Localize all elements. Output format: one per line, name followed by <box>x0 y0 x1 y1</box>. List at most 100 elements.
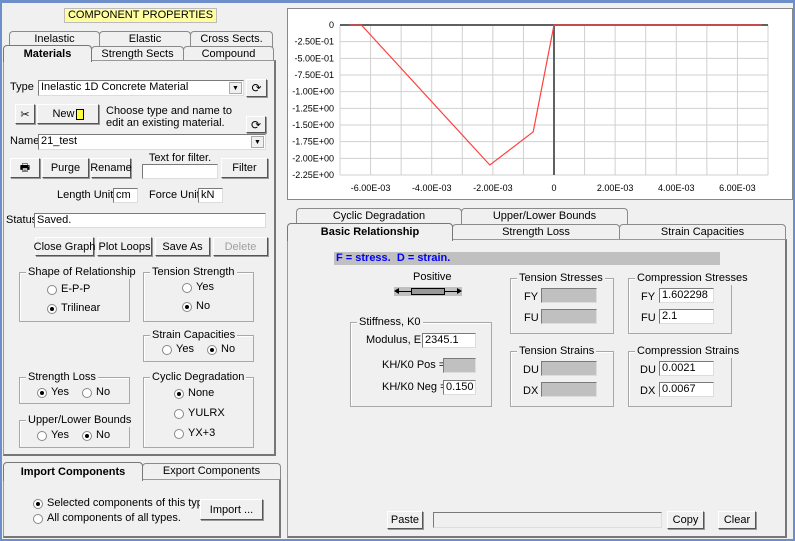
cs-fu-input[interactable]: 2.1 <box>659 309 714 324</box>
ts-fy-input[interactable] <box>541 288 597 303</box>
radio-cyclic-none[interactable]: None <box>174 387 214 400</box>
kh-pos-input[interactable] <box>443 358 476 373</box>
radio-bounds-yes[interactable]: Yes <box>37 429 69 442</box>
graph-tool-button[interactable]: ✂ <box>15 104 35 124</box>
tab-import-components[interactable]: Import Components <box>3 462 143 481</box>
tab-elastic[interactable]: Elastic <box>99 31 191 47</box>
cs-fy-label: FY <box>641 291 656 303</box>
radio-epp[interactable]: E-P-P <box>47 283 90 296</box>
cst-dx-input[interactable]: 0.0067 <box>659 382 714 397</box>
plot-loops-button[interactable]: Plot Loops <box>97 237 152 256</box>
ts-fy-label: FY <box>524 291 539 303</box>
radio-tension-yes[interactable]: Yes <box>182 281 214 294</box>
clear-button[interactable]: Clear <box>718 511 756 529</box>
status-label: Status <box>6 214 38 226</box>
y-tick-label: -1.00E+00 <box>292 87 334 97</box>
radio-bounds-no[interactable]: No <box>82 429 110 442</box>
tab-materials[interactable]: Materials <box>3 45 92 62</box>
radio-cyclic-yulrx[interactable]: YULRX <box>174 407 225 420</box>
x-tick-label: 6.00E-03 <box>719 183 756 193</box>
tension-title: Tension Strength <box>150 266 237 279</box>
save-as-button[interactable]: Save As <box>155 237 210 256</box>
close-graph-button[interactable]: Close Graph <box>34 237 95 256</box>
delete-button[interactable]: Delete <box>213 237 268 256</box>
y-tick-label: -1.75E+00 <box>292 137 334 147</box>
tst-du-input[interactable] <box>541 361 597 376</box>
tab-cyclic-degradation[interactable]: Cyclic Degradation <box>296 208 462 224</box>
tension-strength-group: Tension Strength <box>143 266 254 322</box>
refresh-type-button[interactable]: ⟳ <box>246 79 267 97</box>
radio-selected-components[interactable]: Selected components of this type. <box>33 497 212 510</box>
tab-strength-sects[interactable]: Strength Sects <box>91 46 184 61</box>
paste-button[interactable]: Paste <box>387 511 423 529</box>
hint-text: Choose type and name to edit an existing… <box>106 105 232 129</box>
tab-upper-lower-bounds[interactable]: Upper/Lower Bounds <box>461 208 628 224</box>
purge-button[interactable]: Purge <box>42 158 89 178</box>
y-tick-label: -2.25E+00 <box>292 170 334 180</box>
component-properties-title: COMPONENT PROPERTIES <box>64 8 217 23</box>
chevron-down-icon[interactable]: ▼ <box>251 136 264 148</box>
radio-strength-loss-no[interactable]: No <box>82 386 110 399</box>
modulus-input[interactable]: 2345.1 <box>422 333 476 348</box>
kh-pos-label: KH/K0 Pos = <box>382 359 446 371</box>
radio-strength-loss-yes[interactable]: Yes <box>37 386 69 399</box>
cs-fy-input[interactable]: 1.602298 <box>659 288 714 303</box>
tab-strain-capacities[interactable]: Strain Capacities <box>619 224 786 240</box>
x-tick-label: -4.00E-03 <box>412 183 452 193</box>
y-tick-label: 0 <box>329 20 334 30</box>
type-value: Inelastic 1D Concrete Material <box>41 81 189 93</box>
radio-tension-no[interactable]: No <box>182 300 210 313</box>
tst-dx-label: DX <box>523 385 539 397</box>
refresh-name-button[interactable]: ⟳ <box>246 116 266 133</box>
cst-du-label: DU <box>640 364 656 376</box>
x-tick-label: 0 <box>551 183 556 193</box>
type-select[interactable]: Inelastic 1D Concrete Material ▼ <box>38 80 244 96</box>
compression-stresses-group: Compression Stresses <box>628 272 750 334</box>
radio-cyclic-yx3[interactable]: YX+3 <box>174 427 215 440</box>
y-tick-label: -7.50E-01 <box>294 70 334 80</box>
tension-stresses-group: Tension Stresses <box>510 272 614 334</box>
tst-dx-input[interactable] <box>541 382 597 397</box>
strain-cap-title: Strain Capacities <box>150 329 238 342</box>
x-tick-label: -2.00E-03 <box>473 183 513 193</box>
radio-strain-cap-yes[interactable]: Yes <box>162 343 194 356</box>
tab-strength-loss[interactable]: Strength Loss <box>452 224 620 240</box>
refresh-icon: ⟳ <box>250 117 262 132</box>
radio-trilinear[interactable]: Trilinear <box>47 302 100 315</box>
new-label: New <box>52 108 75 120</box>
x-tick-label: 2.00E-03 <box>597 183 634 193</box>
compression-stresses-title: Compression Stresses <box>635 272 750 285</box>
cst-du-input[interactable]: 0.0021 <box>659 361 714 376</box>
x-tick-label: -6.00E-03 <box>351 183 391 193</box>
filter-button[interactable]: Filter <box>221 158 268 178</box>
bounds-group: Upper/Lower Bounds <box>19 414 134 448</box>
tab-cross-sects[interactable]: Cross Sects. <box>190 31 273 47</box>
length-unit-input[interactable]: cm <box>113 188 138 203</box>
new-button[interactable]: New <box>37 104 99 124</box>
ts-fu-input[interactable] <box>541 309 597 324</box>
force-unit-input[interactable]: kN <box>198 188 223 203</box>
printer-icon: 🖶 <box>19 161 31 174</box>
print-button[interactable]: 🖶 <box>10 158 40 178</box>
tab-basic-relationship[interactable]: Basic Relationship <box>287 223 453 241</box>
copy-button[interactable]: Copy <box>667 511 704 529</box>
tab-compound[interactable]: Compound <box>183 46 274 61</box>
tension-strains-title: Tension Strains <box>517 345 597 358</box>
kh-neg-input[interactable]: 0.150 <box>443 380 476 395</box>
paste-field[interactable] <box>433 512 662 528</box>
radio-all-components[interactable]: All components of all types. <box>33 512 181 525</box>
new-file-icon <box>75 108 84 120</box>
tab-export-components[interactable]: Export Components <box>142 463 281 480</box>
bounds-title: Upper/Lower Bounds <box>26 414 134 427</box>
name-select[interactable]: 21_test ▼ <box>38 134 266 150</box>
tst-du-label: DU <box>523 364 539 376</box>
radio-strain-cap-no[interactable]: No <box>207 343 235 356</box>
chevron-down-icon[interactable]: ▼ <box>229 82 242 94</box>
filter-input[interactable] <box>142 164 218 179</box>
y-tick-label: -2.50E-01 <box>294 37 334 47</box>
cs-fu-label: FU <box>641 312 656 324</box>
import-button[interactable]: Import ... <box>200 499 263 520</box>
rename-button[interactable]: Rename <box>90 158 132 178</box>
compression-strains-group: Compression Strains <box>628 345 742 407</box>
shape-title: Shape of Relationship <box>26 266 138 279</box>
